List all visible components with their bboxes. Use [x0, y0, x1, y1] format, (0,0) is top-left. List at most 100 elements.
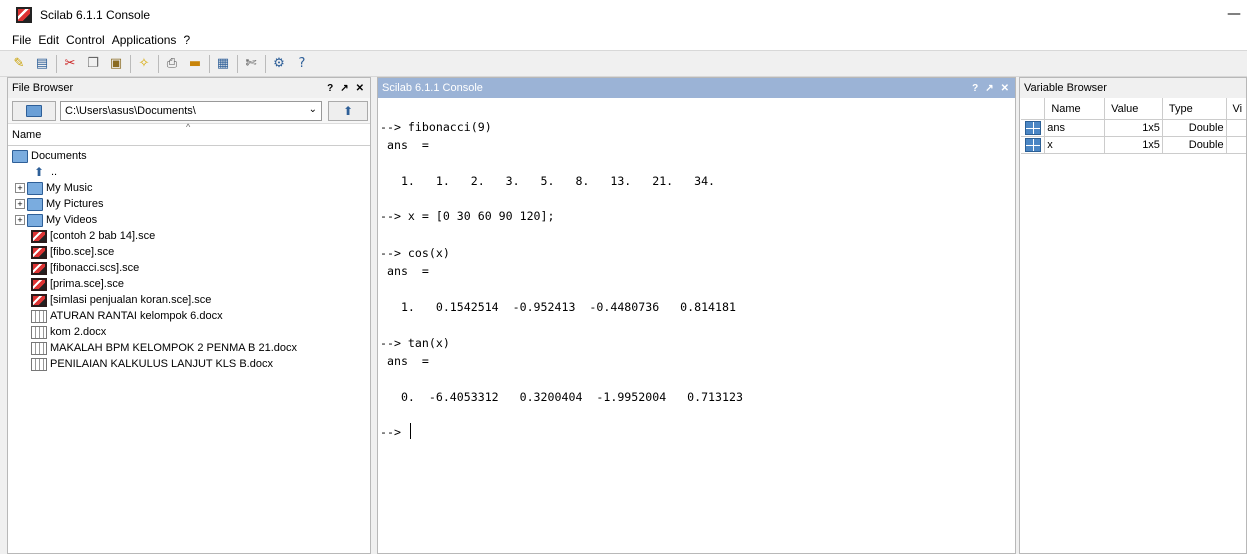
tree-item-folder[interactable]: + My Music: [8, 180, 370, 196]
scilab-script-icon: [31, 245, 47, 259]
menu-edit[interactable]: Edit: [38, 33, 59, 47]
panel-undock-button[interactable]: ↗: [340, 83, 348, 94]
tree-root[interactable]: Documents: [8, 148, 370, 164]
tree-item-label: ..: [51, 166, 58, 178]
menu-applications[interactable]: Applications: [112, 33, 177, 47]
title-bar: Scilab 6.1.1 Console —: [0, 0, 1247, 30]
console-panel: Scilab 6.1.1 Console ? ↗ ✕ --> fibonacci…: [377, 77, 1016, 554]
scilab-logo-icon: [16, 7, 32, 23]
tree-item-file[interactable]: kom 2.docx: [8, 324, 370, 340]
tree-item-file[interactable]: [fibonacci.scs].sce: [8, 260, 370, 276]
variable-row[interactable]: x 1x5 Double: [1021, 137, 1246, 154]
expand-icon[interactable]: +: [15, 183, 25, 193]
print-icon[interactable]: ⎙: [163, 55, 181, 73]
variable-name: x: [1045, 137, 1106, 153]
panel-help-button[interactable]: ?: [972, 83, 978, 94]
cut-icon[interactable]: ✂: [61, 55, 79, 73]
variable-type: Double: [1163, 120, 1227, 136]
preferences-icon[interactable]: ▬: [186, 55, 204, 73]
variable-visibility: [1227, 120, 1246, 136]
header-icon-cell: [1021, 97, 1046, 120]
expand-icon[interactable]: +: [15, 215, 25, 225]
tree-item-file[interactable]: PENILAIAN KALKULUS LANJUT KLS B.docx: [8, 356, 370, 372]
new-script-icon[interactable]: ✎: [10, 55, 28, 73]
file-browser-column-header[interactable]: Name ^: [8, 122, 370, 146]
document-icon: [31, 325, 47, 339]
console-title: Scilab 6.1.1 Console: [382, 82, 483, 94]
minimize-button[interactable]: —: [1227, 6, 1241, 22]
tree-item-folder[interactable]: + My Pictures: [8, 196, 370, 212]
tree-item-label: [prima.sce].sce: [50, 278, 124, 290]
tree-item-label: PENILAIAN KALKULUS LANJUT KLS B.docx: [50, 358, 273, 370]
console-output[interactable]: --> fibonacci(9) ans = 1. 1. 2. 3. 5. 8.…: [378, 98, 1015, 553]
variable-browser-icon[interactable]: ▦: [214, 55, 232, 73]
toolbar-separator: [56, 54, 57, 73]
parent-folder-button[interactable]: ⬆: [328, 100, 368, 121]
text-cursor: [410, 423, 411, 439]
scilab-script-icon: [31, 261, 47, 275]
column-name-label: Name: [12, 128, 42, 141]
select-folder-button[interactable]: [12, 100, 56, 121]
panel-help-button[interactable]: ?: [327, 83, 333, 94]
panel-undock-button[interactable]: ↗: [985, 83, 993, 94]
scilab-script-icon: [31, 293, 47, 307]
toolbar-separator: [209, 54, 210, 73]
console-line: --> cos(x): [380, 246, 450, 260]
file-browser-header: File Browser ? ↗ ✕: [8, 78, 370, 98]
open-file-icon[interactable]: ▤: [33, 55, 51, 73]
menu-file[interactable]: File: [12, 33, 31, 47]
tree-item-folder[interactable]: + My Videos: [8, 212, 370, 228]
sort-ascending-icon: ^: [186, 122, 191, 132]
variable-value: 1x5: [1105, 137, 1163, 153]
tree-item-label: kom 2.docx: [50, 326, 107, 338]
matrix-icon-cell: [1021, 137, 1046, 153]
console-line: ans =: [380, 354, 429, 368]
tree-item-label: My Music: [46, 182, 93, 194]
header-type[interactable]: Type: [1163, 97, 1227, 120]
toolbar: ✎ ▤ ✂ ❐ ▣ ✧ ⎙ ▬ ▦ ✄ ⚙ ?: [0, 50, 1247, 77]
tree-item-file[interactable]: [fibo.sce].sce: [8, 244, 370, 260]
panel-close-button[interactable]: ✕: [1001, 83, 1009, 94]
up-arrow-icon: ⬆: [34, 165, 45, 179]
expand-icon[interactable]: +: [15, 199, 25, 209]
copy-icon[interactable]: ❐: [84, 55, 102, 73]
tree-item-label: [fibo.sce].sce: [50, 246, 115, 258]
variable-type: Double: [1163, 137, 1227, 153]
menu-help[interactable]: ?: [183, 33, 190, 47]
variable-row[interactable]: ans 1x5 Double: [1021, 120, 1246, 137]
document-icon: [31, 357, 47, 371]
module-manager-icon[interactable]: ⚙: [270, 55, 288, 73]
variable-browser-panel: Variable Browser Name Value Type Vi ans …: [1019, 77, 1247, 554]
variable-value: 1x5: [1105, 120, 1163, 136]
tree-item-file[interactable]: [prima.sce].sce: [8, 276, 370, 292]
console-line: ans =: [380, 138, 429, 152]
scilab-script-icon: [31, 229, 47, 243]
console-line: --> tan(x): [380, 336, 450, 350]
help-icon[interactable]: ?: [293, 55, 311, 73]
tools-icon[interactable]: ✄: [242, 55, 260, 73]
path-value: C:\Users\asus\Documents\: [65, 104, 196, 117]
variable-browser-header: Variable Browser: [1020, 78, 1246, 98]
window-title: Scilab 6.1.1 Console: [40, 8, 151, 22]
menu-control[interactable]: Control: [66, 33, 105, 47]
console-line: 1. 0.1542514 -0.952413 -0.4480736 0.8141…: [380, 300, 736, 314]
header-name[interactable]: Name: [1045, 97, 1106, 120]
panel-close-button[interactable]: ✕: [356, 83, 364, 94]
tree-item-file[interactable]: [contoh 2 bab 14].sce: [8, 228, 370, 244]
toolbar-separator: [130, 54, 131, 73]
path-combobox[interactable]: C:\Users\asus\Documents\ ⌄: [60, 100, 322, 121]
tree-item-label: My Videos: [46, 214, 98, 226]
tree-item-up[interactable]: ⬆ ..: [8, 164, 370, 180]
tree-item-file[interactable]: MAKALAH BPM KELOMPOK 2 PENMA B 21.docx: [8, 340, 370, 356]
console-line: --> fibonacci(9): [380, 120, 492, 134]
variable-name: ans: [1045, 120, 1106, 136]
folder-icon: [26, 104, 42, 117]
header-visibility[interactable]: Vi: [1227, 98, 1246, 120]
tree-item-file[interactable]: ATURAN RANTAI kelompok 6.docx: [8, 308, 370, 324]
chevron-down-icon[interactable]: ⌄: [309, 104, 317, 115]
paste-icon[interactable]: ▣: [107, 55, 125, 73]
console-header: Scilab 6.1.1 Console ? ↗ ✕: [378, 78, 1015, 98]
tree-item-file[interactable]: [simlasi penjualan koran.sce].sce: [8, 292, 370, 308]
header-value[interactable]: Value: [1105, 97, 1163, 120]
clear-console-icon[interactable]: ✧: [135, 55, 153, 73]
